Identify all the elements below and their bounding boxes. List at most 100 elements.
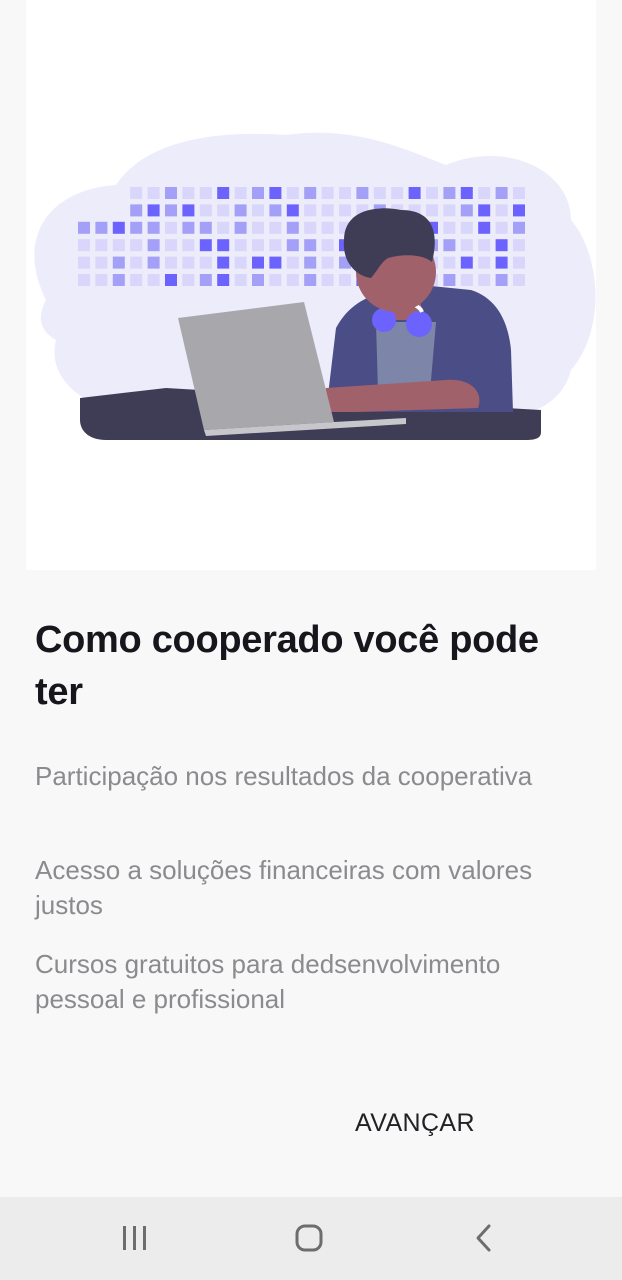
grid-tile	[165, 274, 177, 286]
grid-tile	[495, 221, 508, 234]
grid-tile	[304, 274, 317, 286]
grid-tile	[182, 204, 195, 217]
grid-tile	[182, 274, 195, 286]
grid-tile	[460, 239, 473, 252]
grid-tile	[478, 221, 491, 234]
grid-tile	[321, 204, 334, 217]
grid-tile	[478, 239, 491, 252]
grid-tile	[147, 204, 160, 217]
grid-tile	[234, 204, 247, 217]
grid-tile	[321, 239, 334, 252]
back-icon	[476, 1224, 491, 1252]
grid-tile	[199, 221, 212, 234]
grid-tile	[339, 187, 351, 199]
grid-tile	[182, 221, 195, 234]
grid-tile	[426, 204, 438, 217]
grid-tile	[460, 274, 473, 286]
back-button[interactable]	[454, 1219, 514, 1257]
grid-tile	[130, 274, 143, 286]
benefit-item: Participação nos resultados da cooperati…	[35, 761, 533, 791]
grid-tile	[286, 239, 299, 252]
recent-apps-button[interactable]	[105, 1219, 165, 1257]
grid-tile	[304, 204, 317, 217]
grid-tile	[478, 187, 491, 199]
grid-tile	[339, 274, 351, 286]
grid-tile	[147, 274, 160, 286]
grid-tile	[217, 256, 230, 269]
grid-tile	[426, 187, 438, 199]
grid-tile	[234, 221, 247, 234]
grid-tile	[199, 187, 212, 199]
grid-tile	[182, 187, 195, 199]
grid-tile	[112, 221, 125, 234]
grid-tile	[391, 187, 404, 199]
benefit-item: Acesso a soluções financeiras com valore…	[35, 855, 533, 920]
grid-tile	[269, 239, 282, 252]
grid-tile	[147, 221, 160, 234]
grid-tile	[286, 256, 299, 269]
grid-tile	[112, 239, 125, 252]
grid-tile	[460, 187, 473, 199]
grid-tile	[199, 256, 212, 269]
grid-tile	[269, 221, 282, 234]
home-icon	[295, 1224, 323, 1252]
grid-tile	[112, 274, 125, 286]
grid-tile	[95, 274, 108, 286]
grid-tile	[252, 221, 264, 234]
grid-tile	[356, 187, 369, 199]
next-button[interactable]: AVANÇAR	[342, 1100, 488, 1146]
grid-tile	[495, 204, 508, 217]
grid-tile	[217, 239, 230, 252]
grid-tile	[252, 256, 264, 269]
grid-tile	[95, 221, 108, 234]
grid-tile	[513, 256, 525, 269]
grid-tile	[495, 274, 508, 286]
grid-tile	[269, 256, 282, 269]
grid-tile	[199, 239, 212, 252]
grid-tile	[513, 204, 525, 217]
grid-tile	[269, 274, 282, 286]
grid-tile	[269, 204, 282, 217]
grid-tile	[478, 274, 491, 286]
home-button[interactable]	[279, 1219, 339, 1257]
recent-apps-icon	[123, 1226, 146, 1250]
headphones-right	[406, 311, 432, 337]
grid-tile	[252, 274, 264, 286]
grid-tile	[513, 239, 525, 252]
grid-tile	[321, 274, 334, 286]
grid-tile	[217, 221, 230, 234]
grid-tile	[252, 187, 264, 199]
person-laptop-illustration	[34, 132, 596, 440]
grid-tile	[513, 221, 525, 234]
grid-tile	[95, 256, 108, 269]
grid-tile	[130, 221, 143, 234]
grid-tile	[460, 221, 473, 234]
grid-tile	[269, 187, 282, 199]
grid-tile	[234, 187, 247, 199]
grid-tile	[460, 204, 473, 217]
grid-tile	[78, 239, 90, 252]
grid-tile	[495, 187, 508, 199]
system-navigation-bar	[0, 1197, 622, 1280]
grid-tile	[304, 187, 317, 199]
grid-tile	[130, 204, 143, 217]
grid-tile	[460, 256, 473, 269]
grid-tile	[112, 256, 125, 269]
grid-tile	[443, 274, 456, 286]
grid-tile	[165, 239, 177, 252]
grid-tile	[252, 204, 264, 217]
grid-tile	[130, 187, 143, 199]
grid-tile	[513, 187, 525, 199]
grid-tile	[130, 239, 143, 252]
grid-tile	[165, 204, 177, 217]
grid-tile	[321, 256, 334, 269]
grid-tile	[513, 274, 525, 286]
grid-tile	[495, 239, 508, 252]
grid-tile	[95, 239, 108, 252]
grid-tile	[182, 239, 195, 252]
page-title: Como cooperado você pode ter	[35, 619, 539, 713]
grid-tile	[147, 239, 160, 252]
grid-tile	[286, 187, 299, 199]
grid-tile	[252, 239, 264, 252]
grid-tile	[321, 221, 334, 234]
